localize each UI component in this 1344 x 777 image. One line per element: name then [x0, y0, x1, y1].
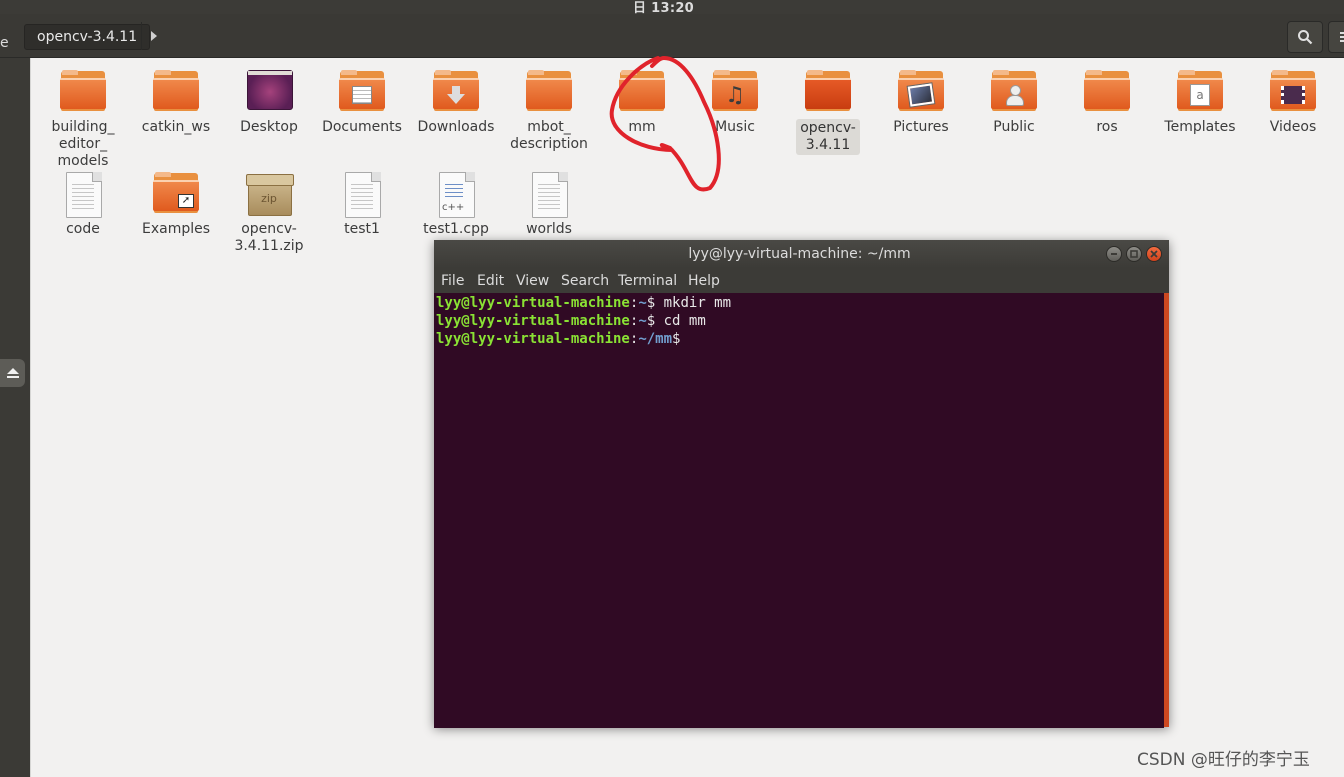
terminal-title: lyy@lyy-virtual-machine: ~/mm — [688, 246, 911, 262]
close-button[interactable] — [1146, 246, 1162, 262]
file-item[interactable]: building_ editor_ models — [35, 70, 131, 170]
search-icon — [1298, 30, 1313, 45]
file-item[interactable]: ros — [1059, 70, 1155, 136]
chevron-right-icon — [151, 31, 157, 41]
search-button[interactable] — [1287, 21, 1323, 53]
templates-folder-icon: a — [1176, 70, 1224, 114]
menu-edit[interactable]: Edit — [477, 273, 504, 289]
menu-terminal[interactable]: Terminal — [618, 273, 677, 289]
menu-help[interactable]: Help — [688, 273, 720, 289]
file-item-label: Examples — [141, 221, 211, 237]
breadcrumb-current[interactable]: opencv-3.4.11 — [24, 24, 151, 50]
file-item-label: mbot_ description — [510, 119, 588, 152]
headerbar-edge-label: e — [0, 35, 9, 51]
text-file-icon — [525, 172, 573, 218]
file-item[interactable]: opencv- 3.4.11 — [780, 70, 876, 155]
file-item-label: test1 — [344, 221, 380, 237]
text-file-icon — [338, 172, 386, 218]
terminal-output[interactable]: lyy@lyy-virtual-machine:~$ mkdir mm lyy@… — [434, 293, 1164, 728]
public-folder-icon — [990, 70, 1038, 114]
file-item[interactable]: test1 — [314, 172, 410, 238]
close-icon — [1150, 250, 1158, 258]
places-sidebar — [0, 58, 31, 777]
folder-icon — [525, 70, 573, 114]
file-item[interactable]: a Templates — [1152, 70, 1248, 136]
pictures-folder-icon — [897, 70, 945, 114]
minimize-button[interactable] — [1106, 246, 1122, 262]
folder-icon — [804, 70, 852, 114]
documents-folder-icon — [338, 70, 386, 114]
file-item-label: test1.cpp — [423, 221, 489, 237]
file-item-label: Music — [715, 119, 755, 135]
terminal-line: lyy@lyy-virtual-machine:~$ mkdir mm — [436, 295, 732, 311]
file-item[interactable]: ♫ Music — [687, 70, 783, 136]
folder-icon — [1083, 70, 1131, 114]
top-panel: 日 13:20 — [0, 0, 1344, 16]
file-item[interactable]: worlds — [501, 172, 597, 238]
file-item[interactable]: code — [35, 172, 131, 238]
file-item[interactable]: Pictures — [873, 70, 969, 136]
file-item-label: mm — [628, 119, 656, 135]
watermark: CSDN @旺仔的李宁玉 — [1137, 750, 1310, 770]
file-item[interactable]: Videos — [1245, 70, 1341, 136]
file-item[interactable]: c++ test1.cpp — [408, 172, 504, 238]
file-item-label: ros — [1096, 119, 1118, 135]
terminal-line: lyy@lyy-virtual-machine:~/mm$ — [436, 331, 681, 347]
file-item[interactable]: mbot_ description — [501, 70, 597, 153]
file-item-label: opencv- 3.4.11.zip — [234, 221, 304, 254]
maximize-icon — [1130, 250, 1138, 258]
file-item-label: Documents — [322, 119, 402, 135]
menu-search[interactable]: Search — [561, 273, 609, 289]
menu-file[interactable]: File — [441, 273, 464, 289]
file-item[interactable]: Downloads — [408, 70, 504, 136]
file-item[interactable]: Public — [966, 70, 1062, 136]
terminal-scrollbar[interactable] — [1164, 293, 1169, 727]
file-item-label: Desktop — [240, 119, 298, 135]
folder-icon — [152, 70, 200, 114]
folder-icon — [59, 70, 107, 114]
file-item-label: opencv- 3.4.11 — [796, 119, 860, 155]
file-item-label: Public — [993, 119, 1035, 135]
file-item-label: building_ editor_ models — [51, 119, 115, 169]
file-item-label: Downloads — [417, 119, 495, 135]
file-manager-headerbar: e opencv-3.4.11 — [0, 14, 1344, 58]
folder-icon — [618, 70, 666, 114]
maximize-button[interactable] — [1126, 246, 1142, 262]
view-options-button[interactable] — [1328, 21, 1344, 53]
breadcrumb-forward-button[interactable] — [141, 22, 166, 50]
terminal-line: lyy@lyy-virtual-machine:~$ cd mm — [436, 313, 706, 329]
file-item[interactable]: zip opencv- 3.4.11.zip — [221, 172, 317, 255]
eject-button[interactable] — [0, 359, 25, 387]
file-item[interactable]: catkin_ws — [128, 70, 224, 136]
symlink-folder-icon: ➚ — [152, 172, 200, 216]
zip-archive-icon: zip — [245, 172, 294, 216]
file-item[interactable]: mm — [594, 70, 690, 136]
file-item-label: Pictures — [893, 119, 949, 135]
file-item[interactable]: Documents — [314, 70, 410, 136]
videos-folder-icon — [1269, 70, 1317, 114]
downloads-folder-icon — [432, 70, 480, 114]
file-item-label: Templates — [1164, 119, 1236, 135]
terminal-titlebar[interactable]: lyy@lyy-virtual-machine: ~/mm — [434, 240, 1169, 268]
desktop-folder-icon — [245, 70, 293, 114]
file-item[interactable]: Desktop — [221, 70, 317, 136]
cpp-file-icon: c++ — [432, 172, 480, 218]
file-item-label: code — [66, 221, 100, 237]
file-item-label: catkin_ws — [141, 119, 211, 135]
terminal-window[interactable]: lyy@lyy-virtual-machine: ~/mm File Edit … — [434, 240, 1169, 728]
music-folder-icon: ♫ — [711, 70, 759, 114]
terminal-menubar: File Edit View Search Terminal Help — [434, 268, 1169, 293]
text-file-icon — [59, 172, 107, 218]
file-item-label: worlds — [526, 221, 572, 237]
minimize-icon — [1111, 253, 1117, 255]
menu-view[interactable]: View — [516, 273, 549, 289]
file-item-label: Videos — [1269, 119, 1317, 135]
file-item[interactable]: ➚ Examples — [128, 172, 224, 238]
eject-icon — [6, 368, 19, 374]
